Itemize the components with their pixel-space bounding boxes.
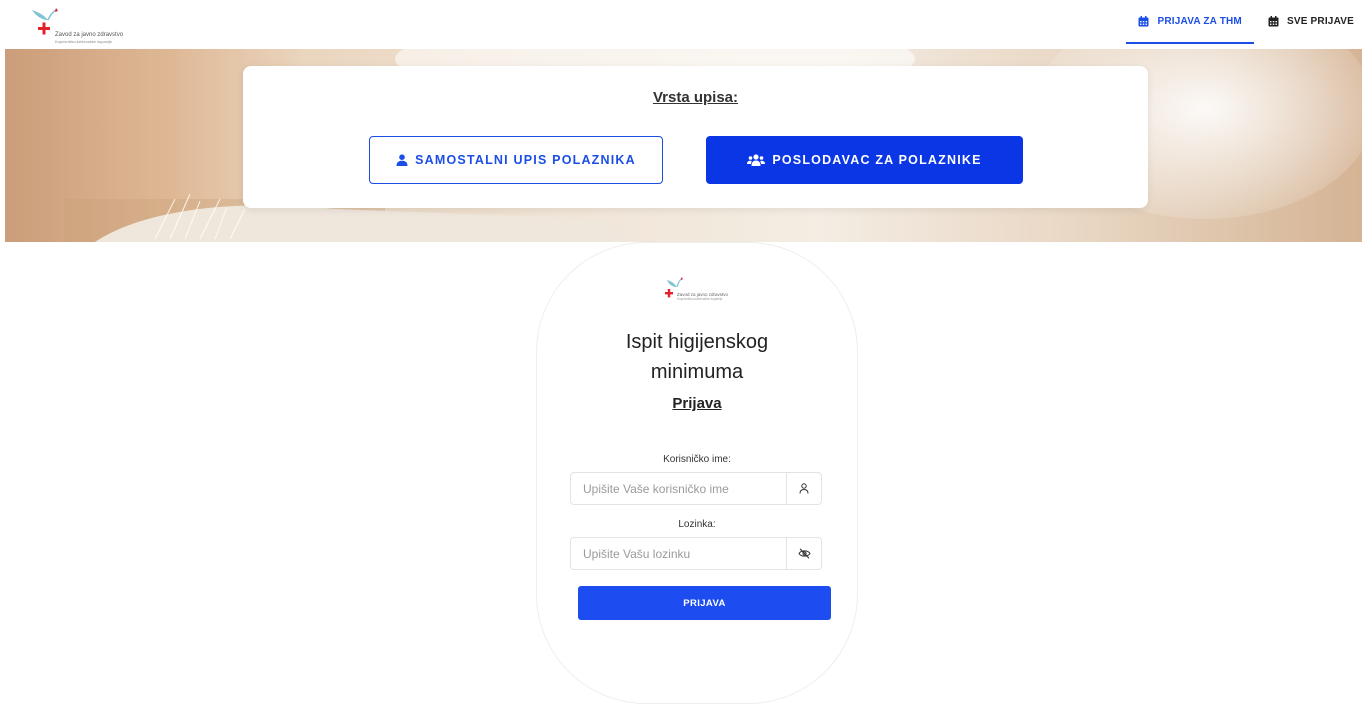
top-navbar: Zavod za javno zdravstvo Koprivničko-kri… bbox=[0, 0, 1362, 48]
password-field-group bbox=[570, 537, 822, 570]
user-icon bbox=[396, 154, 408, 166]
nav-prijava-za-thm[interactable]: PRIJAVA ZA THM bbox=[1126, 0, 1254, 44]
login-subtitle: Prijava bbox=[672, 395, 722, 412]
password-input[interactable] bbox=[571, 538, 786, 569]
main-nav: PRIJAVA ZA THM SVE PRIJAVE bbox=[1126, 0, 1362, 44]
login-logo: Zavod za javno zdravstvo Koprivničko-kri… bbox=[663, 276, 733, 312]
users-icon bbox=[747, 154, 766, 166]
nav-label: PRIJAVA ZA THM bbox=[1157, 15, 1242, 27]
nav-sve-prijave[interactable]: SVE PRIJAVE bbox=[1256, 0, 1362, 42]
calendar-icon bbox=[1268, 15, 1279, 26]
login-panel: Zavod za javno zdravstvo Koprivničko-kri… bbox=[536, 242, 858, 704]
individual-enrollment-label: SAMOSTALNI UPIS POLAZNIKA bbox=[415, 153, 636, 167]
site-logo[interactable]: Zavod za javno zdravstvo Koprivničko-kri… bbox=[30, 6, 160, 46]
nav-label: SVE PRIJAVE bbox=[1286, 15, 1354, 27]
logo-text: Zavod za javno zdravstvo bbox=[55, 32, 124, 38]
username-input[interactable] bbox=[571, 473, 786, 504]
calendar-icon bbox=[1138, 15, 1149, 26]
login-title: Ispit higijenskog minimuma bbox=[625, 331, 769, 383]
eye-slash-icon[interactable] bbox=[786, 538, 821, 569]
employer-enrollment-button[interactable]: POSLODAVAC ZA POLAZNIKE bbox=[706, 136, 1023, 184]
login-submit-button[interactable]: PRIJAVA bbox=[578, 586, 831, 620]
password-label: Lozinka: bbox=[678, 519, 716, 530]
individual-enrollment-button[interactable]: SAMOSTALNI UPIS POLAZNIKA bbox=[369, 136, 663, 184]
employer-enrollment-label: POSLODAVAC ZA POLAZNIKE bbox=[772, 153, 982, 167]
username-label: Korisničko ime: bbox=[663, 454, 731, 465]
username-field-group bbox=[570, 472, 822, 505]
enrollment-title: Vrsta upisa: bbox=[652, 89, 739, 106]
user-icon bbox=[786, 473, 821, 504]
logo-subtext: Koprivničko-križevačke županije bbox=[55, 39, 112, 44]
enrollment-type-card: Vrsta upisa: SAMOSTALNI UPIS POLAZNIKA P… bbox=[243, 66, 1148, 208]
logo-subtext: Koprivničko-križevačke županije bbox=[677, 297, 723, 301]
